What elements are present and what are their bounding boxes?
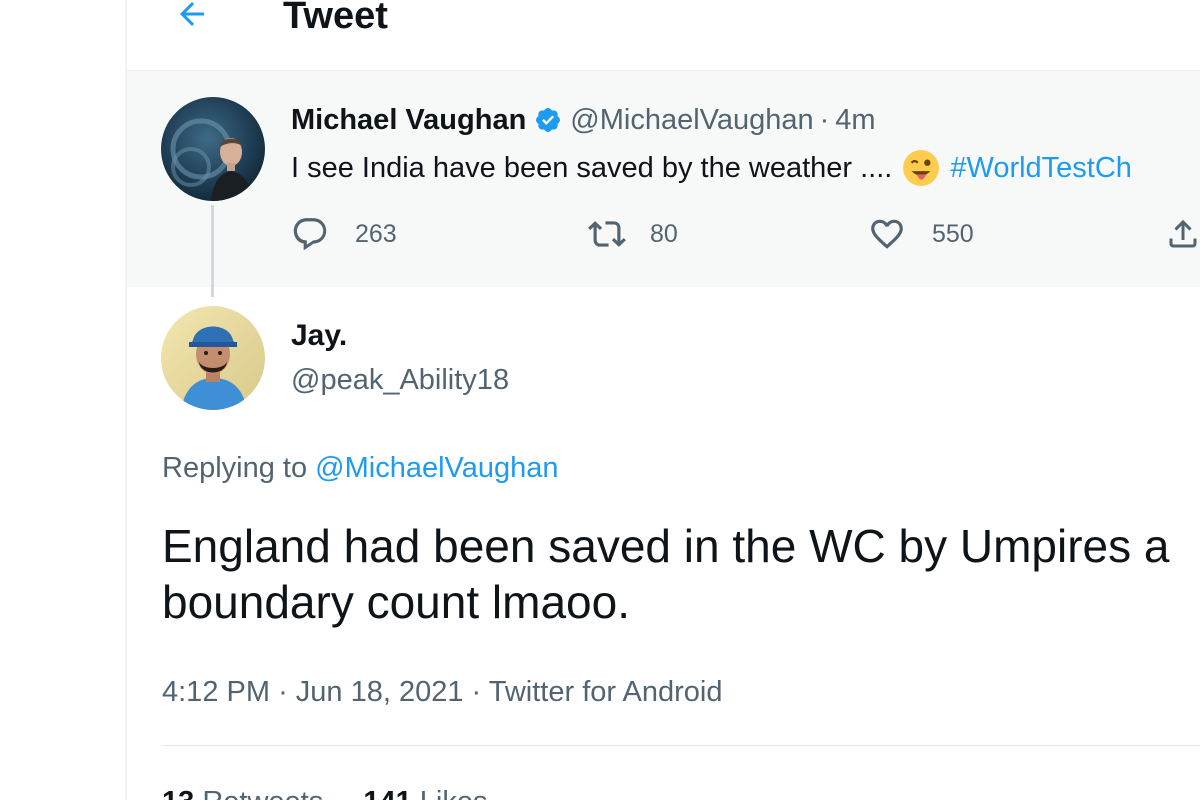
replying-to-label: Replying to — [162, 452, 308, 484]
avatar-michael-vaughan[interactable] — [161, 97, 265, 201]
parent-tweet-header: Michael Vaughan @MichaelVaughan · 4m — [291, 100, 876, 140]
meta-separator-1: · — [278, 676, 296, 708]
back-arrow-icon — [180, 2, 204, 26]
page-title: Tweet — [283, 0, 388, 37]
share-action[interactable] — [1165, 215, 1200, 253]
meta-separator-2: · — [471, 676, 489, 708]
like-icon — [871, 219, 903, 249]
reply-tweet-text: England had been saved in the WC by Umpi… — [162, 520, 1170, 628]
like-count: 550 — [932, 219, 974, 248]
parent-author-name[interactable]: Michael Vaughan — [291, 100, 526, 140]
stats-divider — [162, 745, 1200, 746]
reply-author-handle[interactable]: @peak_Ability18 — [291, 360, 509, 400]
retweet-icon — [588, 221, 626, 247]
parent-author-handle[interactable]: @MichaelVaughan — [570, 100, 813, 140]
back-button[interactable] — [168, 0, 216, 36]
tweet-time[interactable]: 4:12 PM — [162, 676, 270, 708]
parent-tweet-body: I see India have been saved by the weath… — [291, 152, 893, 184]
retweets-label[interactable]: Retweets — [202, 786, 323, 800]
reply-author-name[interactable]: Jay. — [291, 316, 347, 356]
replying-to-handle-link[interactable]: @MichaelVaughan — [315, 452, 558, 484]
retweet-count: 80 — [650, 219, 678, 248]
verified-badge-icon — [534, 106, 562, 134]
retweets-count[interactable]: 13 — [162, 786, 194, 800]
share-icon — [1169, 219, 1197, 248]
tweet-page: Tweet Michael Vaughan @MichaelVaughan · … — [0, 0, 1200, 800]
tweet-date[interactable]: Jun 18, 2021 — [296, 676, 464, 708]
winking-tongue-emoji-icon — [902, 149, 940, 187]
likes-count[interactable]: 141 — [363, 786, 411, 800]
likes-label[interactable]: Likes — [420, 786, 488, 800]
dot-separator: · — [819, 104, 830, 136]
parent-time-ago[interactable]: 4m — [835, 100, 875, 140]
reply-icon — [293, 218, 327, 251]
retweet-action[interactable]: 80 — [586, 215, 678, 253]
reply-count: 263 — [355, 219, 397, 248]
tweet-source[interactable]: Twitter for Android — [489, 676, 723, 708]
reply-action[interactable]: 263 — [291, 215, 397, 253]
replying-to: Replying to @MichaelVaughan — [162, 448, 558, 488]
like-action[interactable]: 550 — [868, 215, 974, 253]
tweet-metadata: 4:12 PM · Jun 18, 2021 · Twitter for And… — [162, 672, 722, 712]
hashtag-link[interactable]: #WorldTestCh — [950, 148, 1132, 188]
avatar-jay[interactable] — [161, 306, 265, 410]
parent-tweet-text: I see India have been saved by the weath… — [291, 148, 1132, 188]
thread-connector-line — [211, 205, 214, 297]
tweet-stats: 13 Retweets 141 Likes — [162, 782, 488, 800]
